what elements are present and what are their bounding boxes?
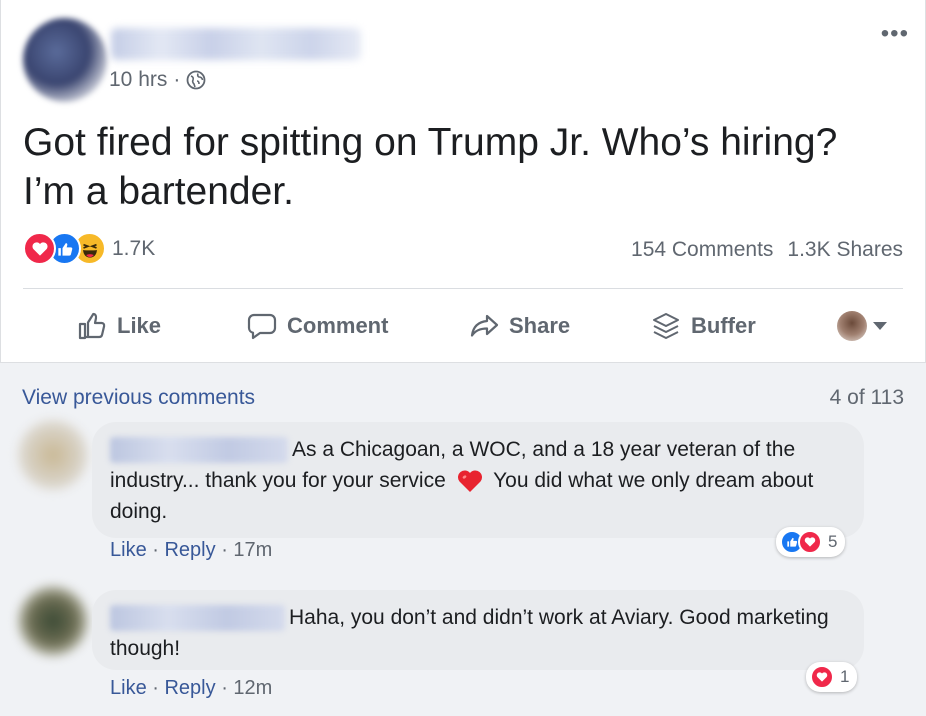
reaction-summary[interactable]: 1.7K <box>23 232 155 265</box>
comment-as-selector[interactable] <box>837 300 887 352</box>
post-text: Got fired for spitting on Trump Jr. Who’… <box>23 118 903 216</box>
author-name-redacted[interactable] <box>111 28 361 60</box>
love-reaction-icon <box>23 232 56 265</box>
commenter-avatar[interactable] <box>18 420 88 490</box>
divider <box>23 288 903 289</box>
action-bar: Like Comment Share Buffer <box>1 300 926 352</box>
comments-position: 4 of 113 <box>829 386 904 409</box>
commenter-name-redacted[interactable] <box>110 605 285 632</box>
meta-separator: · <box>173 68 181 91</box>
post-time[interactable]: 10 hrs <box>109 68 167 92</box>
comments-count-link[interactable]: 154 Comments <box>631 238 773 262</box>
post-text-line: I’m a bartender. <box>23 170 294 213</box>
comment-actions: Like · Reply · 12m <box>110 677 273 699</box>
love-reaction-icon <box>798 530 822 554</box>
comment-reactions[interactable]: 5 <box>776 527 846 557</box>
comment-time[interactable]: 12m <box>233 677 272 699</box>
view-previous-comments-link[interactable]: View previous comments <box>22 386 255 410</box>
globe-icon[interactable] <box>186 70 206 90</box>
comment-reactions[interactable]: 1 <box>806 662 858 692</box>
share-arrow-icon <box>470 314 499 337</box>
love-reaction-icon <box>810 665 834 689</box>
speech-bubble-icon <box>247 313 277 340</box>
like-button-label: Like <box>117 313 162 338</box>
comment-reply-link[interactable]: Reply <box>164 677 215 699</box>
reaction-count[interactable]: 1.7K <box>112 237 155 261</box>
post-stats: 154 Comments 1.3K Shares <box>631 238 903 262</box>
comment-time[interactable]: 17m <box>233 539 272 561</box>
share-button-label: Share <box>509 313 571 338</box>
shares-count-link[interactable]: 1.3K Shares <box>787 238 903 262</box>
chevron-down-icon <box>873 322 887 330</box>
comment-reaction-count: 5 <box>828 532 838 551</box>
comment-button-label: Comment <box>287 313 389 338</box>
comment-reply-link[interactable]: Reply <box>164 539 215 561</box>
post-text-line: Got fired for spitting on Trump Jr. Who’… <box>23 121 838 164</box>
post-card: 10 hrs · ••• Got fired for spitting on T… <box>0 0 926 363</box>
buffer-button-label: Buffer <box>691 313 756 338</box>
comment-actions: Like · Reply · 17m <box>110 539 273 561</box>
like-button[interactable]: Like <box>75 300 161 352</box>
comment-bubble: Haha, you don’t and didn’t work at Aviar… <box>92 590 864 670</box>
comment-like-link[interactable]: Like <box>110 539 147 561</box>
buffer-layers-icon <box>653 313 679 339</box>
comment-bubble: As a Chicagoan, a WOC, and a 18 year vet… <box>92 422 864 538</box>
share-button[interactable]: Share <box>467 300 570 352</box>
comment-reaction-count: 1 <box>840 667 850 686</box>
comment-button[interactable]: Comment <box>245 300 388 352</box>
thumbs-up-icon <box>78 312 106 340</box>
more-options-icon[interactable]: ••• <box>881 22 909 46</box>
post-meta: 10 hrs · <box>109 68 206 92</box>
user-avatar <box>837 311 867 341</box>
commenter-avatar[interactable] <box>18 586 88 656</box>
commenter-name-redacted[interactable] <box>110 437 288 464</box>
buffer-button[interactable]: Buffer <box>649 300 756 352</box>
author-avatar[interactable] <box>23 18 107 102</box>
comment-like-link[interactable]: Like <box>110 677 147 699</box>
red-heart-icon <box>457 470 482 493</box>
